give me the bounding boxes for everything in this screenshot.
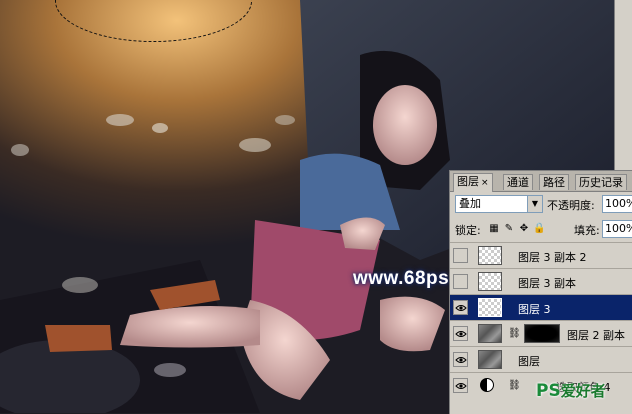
layer-thumbnail: [478, 350, 502, 369]
transparency-lock-icon[interactable]: ▦: [488, 222, 500, 236]
layer-row[interactable]: 图层: [450, 346, 632, 372]
layer-thumbnail: [478, 298, 502, 317]
eye-icon: [455, 331, 467, 337]
layer-row-selected[interactable]: 图层 3: [450, 294, 632, 320]
site-logo: PS爱好者: [536, 380, 606, 401]
adjustment-layer-icon: [480, 378, 494, 392]
layer-thumbnail: [478, 324, 502, 343]
visibility-toggle[interactable]: [453, 274, 468, 289]
layer-name: 图层 3: [518, 303, 551, 316]
visibility-toggle[interactable]: [453, 326, 468, 341]
blend-mode-select[interactable]: 叠加 ▼: [455, 195, 543, 213]
visibility-toggle[interactable]: [453, 248, 468, 263]
fill-value: 100%: [605, 222, 632, 235]
opacity-value: 100%: [605, 197, 632, 210]
link-icon: ⛓: [508, 380, 521, 391]
move-lock-icon[interactable]: ✥: [518, 222, 530, 236]
visibility-toggle[interactable]: [453, 300, 468, 315]
chevron-down-icon[interactable]: ▼: [527, 196, 542, 212]
eye-icon: [455, 383, 467, 389]
layer-row[interactable]: ⛓ 图层 2 副本: [450, 320, 632, 346]
close-icon[interactable]: ×: [481, 178, 489, 188]
eye-icon: [455, 357, 467, 363]
lock-label: 锁定:: [455, 224, 481, 237]
layer-name: 图层: [518, 355, 540, 368]
logo-text: 爱好者: [560, 382, 606, 400]
layer-name: 图层 3 副本 2: [518, 251, 587, 264]
tab-history[interactable]: 历史记录: [575, 174, 627, 190]
tab-paths-label: 路径: [543, 176, 565, 189]
layer-row[interactable]: 图层 3 副本 2: [450, 242, 632, 268]
tab-channels[interactable]: 通道: [503, 174, 533, 190]
logo-ps: PS: [536, 381, 561, 401]
brush-lock-icon[interactable]: ✎: [503, 222, 515, 236]
visibility-toggle[interactable]: [453, 378, 468, 393]
layer-row[interactable]: 图层 3 副本: [450, 268, 632, 294]
tab-paths[interactable]: 路径: [539, 174, 569, 190]
tab-layers[interactable]: 图层 ×: [453, 173, 493, 192]
panel-tabs: 图层 × 通道 路径 历史记录: [450, 171, 632, 192]
layer-thumbnail: [478, 272, 502, 291]
layer-mask-thumbnail: [524, 324, 560, 343]
opacity-field[interactable]: 100%: [602, 195, 632, 213]
layers-panel: 图层× 通道 路径 历史记录 叠加 ▼ 不透明度: 100% 锁定: ▦✎✥🔒 …: [449, 170, 632, 414]
tab-layers-label: 图层: [457, 175, 479, 188]
lock-icons: ▦ ✎ ✥ 🔒: [488, 221, 548, 236]
opacity-label: 不透明度:: [547, 199, 595, 212]
layer-name: 图层 3 副本: [518, 277, 576, 290]
eye-icon: [455, 305, 467, 311]
blend-row: 叠加 ▼ 不透明度: 100%: [450, 193, 632, 215]
tab-channels-label: 通道: [507, 176, 529, 189]
link-icon: ⛓: [508, 328, 521, 339]
layer-thumbnail: [478, 246, 502, 265]
tab-history-label: 历史记录: [579, 176, 623, 189]
visibility-toggle[interactable]: [453, 352, 468, 367]
layer-name: 图层 2 副本: [567, 329, 625, 342]
fill-label: 填充:: [574, 224, 600, 237]
fill-field[interactable]: 100%: [602, 220, 632, 238]
blend-mode-value: 叠加: [459, 197, 481, 210]
padlock-icon[interactable]: 🔒: [533, 222, 545, 236]
lock-row: 锁定: ▦✎✥🔒 填充: 100%: [450, 218, 632, 240]
